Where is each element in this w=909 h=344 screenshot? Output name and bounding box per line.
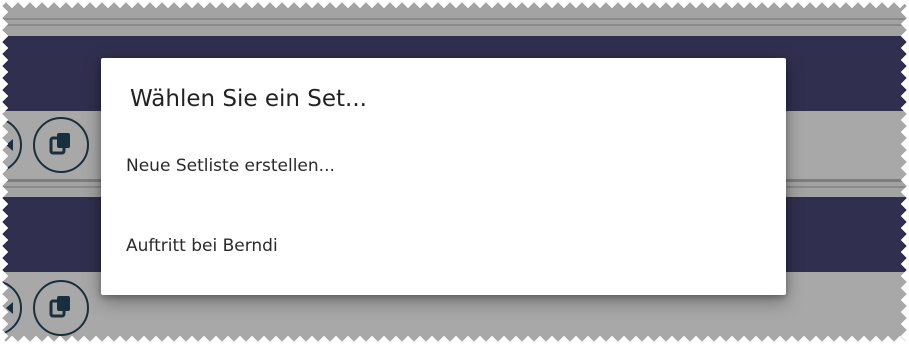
set-option[interactable]: Auftritt bei Berndi (126, 236, 278, 256)
new-setlist-option[interactable]: Neue Setliste erstellen... (126, 156, 335, 176)
torn-edge-top (0, 0, 909, 12)
torn-edge-left (0, 0, 12, 344)
divider (0, 24, 909, 26)
copy-icon (47, 129, 75, 161)
set-picker-dialog: Wählen Sie ein Set... Neue Setliste erst… (101, 58, 786, 295)
divider (0, 18, 909, 20)
copy-button[interactable] (33, 280, 89, 336)
copy-button[interactable] (33, 117, 89, 173)
copy-icon (47, 292, 75, 324)
dialog-title: Wählen Sie ein Set... (130, 86, 367, 112)
torn-edge-bottom (0, 332, 909, 344)
torn-edge-right (897, 0, 909, 344)
